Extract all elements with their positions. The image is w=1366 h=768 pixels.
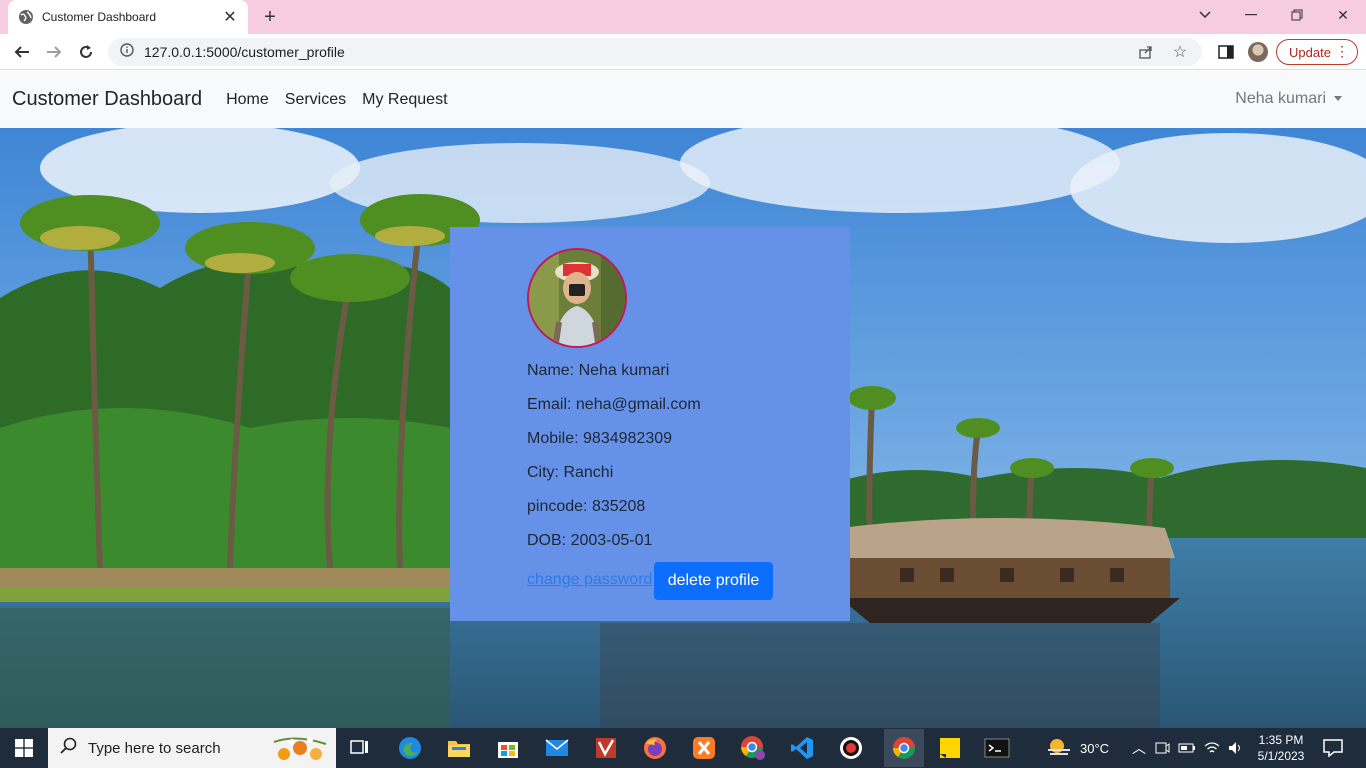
user-dropdown[interactable]: Neha kumari [1235,90,1342,108]
search-icon [60,737,78,760]
task-view-icon[interactable] [344,732,376,764]
firefox-icon[interactable] [639,732,671,764]
weather-widget[interactable]: 30°C [1046,728,1109,768]
profile-city: City: Ranchi [527,464,614,481]
minimize-icon[interactable] [1228,0,1274,30]
forward-icon[interactable] [42,40,66,64]
side-panel-icon[interactable] [1214,40,1238,64]
bookmark-star-icon[interactable]: ☆ [1170,42,1190,62]
file-explorer-icon[interactable] [443,732,475,764]
back-icon[interactable] [10,40,34,64]
profile-photo [527,248,627,348]
chrome-profile-icon[interactable] [737,732,769,764]
search-highlight-illustration [273,737,327,760]
update-button[interactable]: Update ⋮ [1276,39,1358,65]
site-navbar: Customer Dashboard Home Services My Requ… [0,71,1366,128]
volume-icon[interactable] [1228,741,1244,755]
tab-search-icon[interactable] [1182,0,1228,30]
restore-icon[interactable] [1274,0,1320,30]
screen-recorder-icon[interactable] [835,732,867,764]
chrome-active-icon[interactable] [884,729,924,767]
meet-now-icon[interactable] [1154,740,1170,756]
close-window-icon[interactable]: ✕ [1320,0,1366,30]
tab-title: Customer Dashboard [42,10,157,24]
mail-icon[interactable] [541,732,573,764]
windows-start-icon[interactable] [0,728,48,768]
browser-tabbar: Customer Dashboard ✕ + ✕ [0,0,1366,34]
search-placeholder: Type here to search [88,739,221,757]
profile-email: Email: neha@gmail.com [527,396,701,413]
reload-icon[interactable] [74,40,98,64]
profile-name: Name: Neha kumari [527,362,670,379]
address-bar[interactable]: 127.0.0.1:5000/customer_profile ☆ [108,38,1202,66]
user-name: Neha kumari [1235,90,1326,107]
delete-profile-button[interactable]: delete profile [654,562,773,600]
xampp-icon[interactable] [688,732,720,764]
terminal-icon[interactable] [981,732,1013,764]
profile-mobile: Mobile: 9834982309 [527,430,673,447]
notification-center-icon[interactable] [1322,738,1344,758]
clock-time: 1:35 PM [1258,733,1304,747]
weather-temp: 30°C [1080,740,1110,756]
winrar-icon[interactable] [590,732,622,764]
taskbar-search[interactable]: Type here to search [48,728,336,768]
edge-icon[interactable] [394,732,426,764]
profile-card: Name: Neha kumari Email: neha@gmail.com … [450,227,850,621]
browser-tab[interactable]: Customer Dashboard ✕ [8,0,248,34]
chevron-up-icon[interactable]: ︿ [1132,738,1146,758]
profile-pincode: pincode: 835208 [527,498,646,515]
more-menu-icon[interactable]: ⋮ [1335,43,1349,60]
site-info-icon[interactable] [120,42,134,62]
tab-close-icon[interactable]: ✕ [222,7,238,27]
caret-down-icon [1334,96,1342,102]
url-text[interactable]: 127.0.0.1:5000/customer_profile [144,44,1122,60]
nav-link-services[interactable]: Services [277,91,354,109]
update-label: Update [1289,44,1331,60]
new-tab-icon[interactable]: + [258,5,282,29]
battery-icon[interactable] [1178,742,1196,754]
browser-toolbar: 127.0.0.1:5000/customer_profile ☆ Update… [0,34,1366,70]
navbar-brand[interactable]: Customer Dashboard [12,88,202,111]
vscode-icon[interactable] [786,732,818,764]
clock-date: 5/1/2023 [1257,749,1305,763]
system-tray: ︿ [1132,728,1244,768]
microsoft-store-icon[interactable] [492,732,524,764]
wifi-icon[interactable] [1204,741,1220,755]
profile-avatar-icon[interactable] [1248,42,1268,62]
taskbar-clock[interactable]: 1:35 PM 5/1/2023 [1254,732,1308,764]
nav-link-home[interactable]: Home [218,91,277,109]
profile-dob: DOB: 2003-05-01 [527,532,653,549]
sticky-notes-icon[interactable] [934,732,966,764]
windows-taskbar: Type here to search 30°C ︿ 1:35 PM 5/1/2… [0,728,1366,768]
weather-haze-icon [1048,739,1070,755]
share-icon[interactable] [1136,42,1156,62]
nav-link-my-request[interactable]: My Request [354,91,455,109]
change-password-link[interactable]: change password [527,571,652,589]
globe-icon [18,9,34,25]
